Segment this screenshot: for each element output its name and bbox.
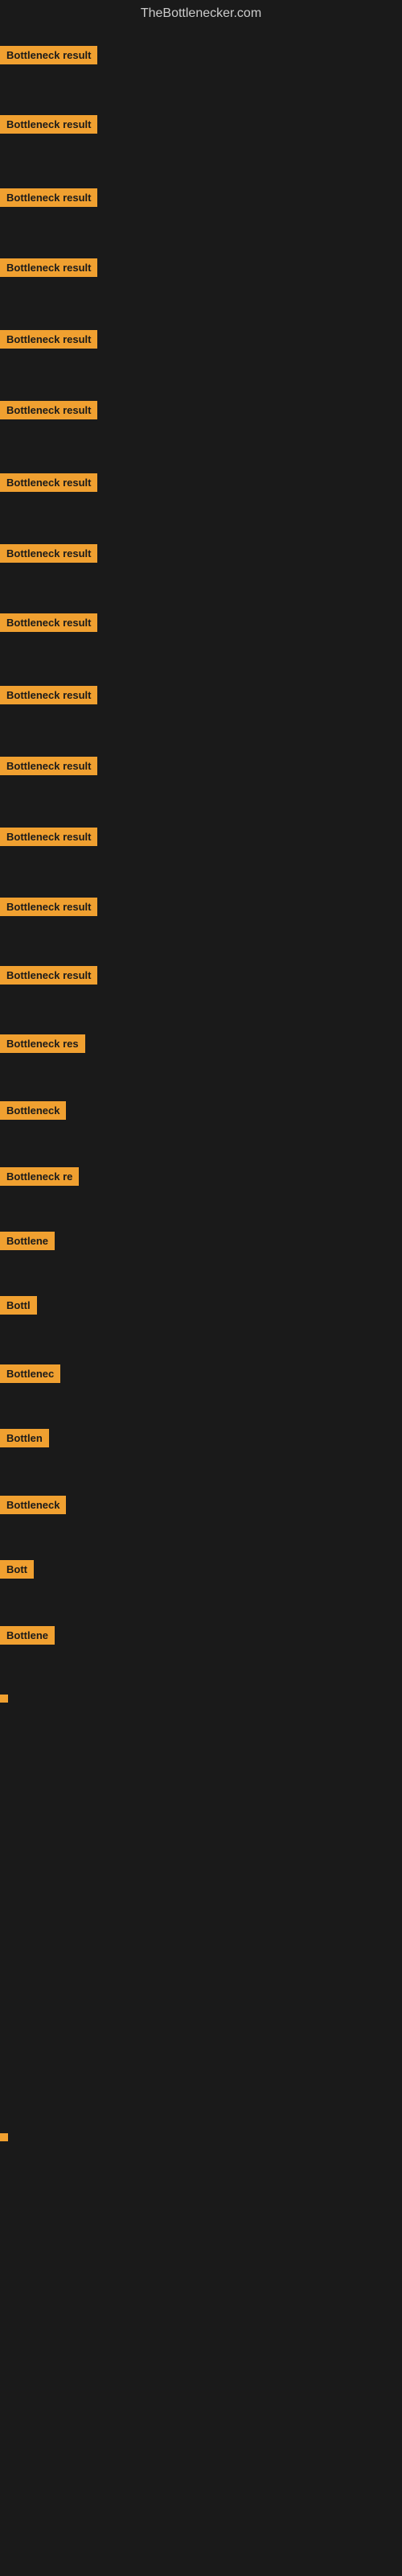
bottleneck-item-1: Bottleneck result xyxy=(0,46,97,68)
bottleneck-badge-4[interactable]: Bottleneck result xyxy=(0,258,97,277)
bottleneck-badge-17[interactable]: Bottleneck re xyxy=(0,1167,79,1186)
bottleneck-badge-1[interactable]: Bottleneck result xyxy=(0,46,97,64)
bottleneck-badge-6[interactable]: Bottleneck result xyxy=(0,401,97,419)
marker-25 xyxy=(0,1695,8,1703)
bottleneck-badge-24[interactable]: Bottlene xyxy=(0,1626,55,1645)
bottleneck-badge-2[interactable]: Bottleneck result xyxy=(0,115,97,134)
bottleneck-badge-5[interactable]: Bottleneck result xyxy=(0,330,97,349)
bottleneck-badge-9[interactable]: Bottleneck result xyxy=(0,613,97,632)
bottleneck-item-18: Bottlene xyxy=(0,1232,55,1254)
bottleneck-item-22: Bottleneck xyxy=(0,1496,66,1518)
bottleneck-item-10: Bottleneck result xyxy=(0,686,97,708)
bottleneck-item-11: Bottleneck result xyxy=(0,757,97,779)
bottleneck-item-7: Bottleneck result xyxy=(0,473,97,496)
bottleneck-item-12: Bottleneck result xyxy=(0,828,97,850)
bottleneck-item-19: Bottl xyxy=(0,1296,37,1319)
bottleneck-item-14: Bottleneck result xyxy=(0,966,97,989)
bottleneck-badge-7[interactable]: Bottleneck result xyxy=(0,473,97,492)
site-title: TheBottlenecker.com xyxy=(0,0,402,27)
bottleneck-badge-12[interactable]: Bottleneck result xyxy=(0,828,97,846)
bottleneck-badge-8[interactable]: Bottleneck result xyxy=(0,544,97,563)
bottleneck-badge-10[interactable]: Bottleneck result xyxy=(0,686,97,704)
bottleneck-item-15: Bottleneck res xyxy=(0,1034,85,1057)
bottleneck-badge-15[interactable]: Bottleneck res xyxy=(0,1034,85,1053)
marker-26 xyxy=(0,2133,8,2141)
bottleneck-item-6: Bottleneck result xyxy=(0,401,97,423)
bottleneck-badge-23[interactable]: Bott xyxy=(0,1560,34,1579)
bottleneck-item-9: Bottleneck result xyxy=(0,613,97,636)
bottleneck-badge-21[interactable]: Bottlen xyxy=(0,1429,49,1447)
bottleneck-item-20: Bottlenec xyxy=(0,1364,60,1387)
bottleneck-badge-3[interactable]: Bottleneck result xyxy=(0,188,97,207)
bottleneck-badge-20[interactable]: Bottlenec xyxy=(0,1364,60,1383)
bottleneck-item-13: Bottleneck result xyxy=(0,898,97,920)
bottleneck-badge-16[interactable]: Bottleneck xyxy=(0,1101,66,1120)
bottleneck-badge-22[interactable]: Bottleneck xyxy=(0,1496,66,1514)
bottleneck-item-3: Bottleneck result xyxy=(0,188,97,211)
bottleneck-badge-14[interactable]: Bottleneck result xyxy=(0,966,97,985)
bottleneck-item-23: Bott xyxy=(0,1560,34,1583)
bottleneck-item-4: Bottleneck result xyxy=(0,258,97,281)
bottleneck-item-21: Bottlen xyxy=(0,1429,49,1451)
bottleneck-item-8: Bottleneck result xyxy=(0,544,97,567)
bottleneck-item-2: Bottleneck result xyxy=(0,115,97,138)
bottleneck-item-16: Bottleneck xyxy=(0,1101,66,1124)
bottleneck-badge-13[interactable]: Bottleneck result xyxy=(0,898,97,916)
bottleneck-item-17: Bottleneck re xyxy=(0,1167,79,1190)
bottleneck-badge-11[interactable]: Bottleneck result xyxy=(0,757,97,775)
bottleneck-item-24: Bottlene xyxy=(0,1626,55,1649)
bottleneck-badge-19[interactable]: Bottl xyxy=(0,1296,37,1315)
bottleneck-item-5: Bottleneck result xyxy=(0,330,97,353)
bottleneck-badge-18[interactable]: Bottlene xyxy=(0,1232,55,1250)
